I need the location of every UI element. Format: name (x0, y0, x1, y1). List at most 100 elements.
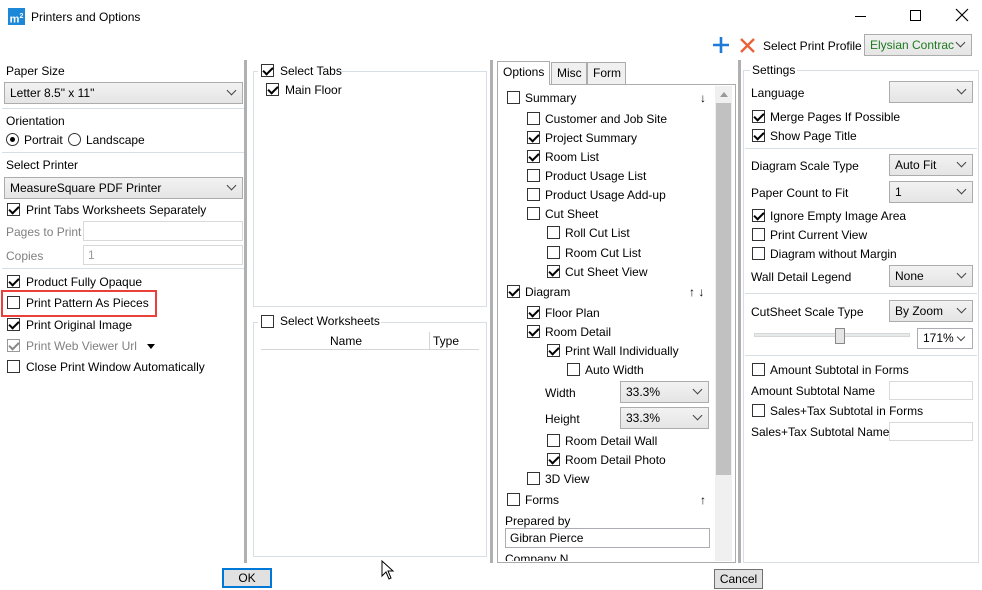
prepared-by-input[interactable]: Gibran Pierce (505, 528, 710, 548)
remove-profile-icon[interactable] (740, 38, 755, 53)
show-page-title-label: Show Page Title (770, 129, 857, 143)
wall-detail-legend-select[interactable]: None (889, 265, 973, 287)
sales-tax-subtotal-in-forms-checkbox[interactable] (752, 404, 765, 417)
splitter[interactable] (738, 60, 741, 563)
zoom-slider-thumb[interactable] (835, 328, 845, 344)
cancel-button[interactable]: Cancel (714, 569, 763, 589)
profile-select[interactable]: Elysian Contrac (864, 34, 972, 56)
print-web-viewer-url-checkbox[interactable] (7, 339, 20, 352)
summary-checkbox[interactable] (507, 91, 520, 104)
forms-checkbox[interactable] (507, 493, 520, 506)
close-print-window-checkbox[interactable] (7, 360, 20, 373)
room-cut-list-checkbox[interactable] (547, 246, 560, 259)
room-detail-photo-label: Room Detail Photo (565, 453, 666, 467)
print-pattern-as-pieces-checkbox[interactable] (7, 296, 20, 309)
merge-pages-checkbox[interactable] (752, 110, 765, 123)
landscape-radio[interactable] (68, 133, 81, 146)
select-worksheets-checkbox[interactable] (261, 315, 274, 328)
diagram-checkbox[interactable] (507, 285, 520, 298)
diagram-without-margin-checkbox[interactable] (752, 247, 765, 260)
mouse-cursor-icon (381, 559, 395, 580)
printer-select[interactable]: MeasureSquare PDF Printer (4, 177, 243, 199)
select-tabs-checkbox[interactable] (261, 64, 274, 77)
paper-count-label: Paper Count to Fit (751, 186, 849, 200)
pages-to-print-input[interactable] (83, 221, 243, 241)
floor-plan-checkbox[interactable] (527, 306, 540, 319)
room-list-checkbox[interactable] (527, 150, 540, 163)
diagram-scale-type-select[interactable]: Auto Fit (889, 154, 973, 176)
paper-count-select[interactable]: 1 (889, 181, 973, 203)
main-floor-checkbox[interactable] (266, 83, 279, 96)
chevron-down-icon[interactable] (956, 332, 966, 342)
dropdown-arrow-icon[interactable] (147, 344, 155, 349)
print-current-view-checkbox[interactable] (752, 228, 765, 241)
room-detail-wall-checkbox[interactable] (547, 434, 560, 447)
column-name[interactable]: Name (330, 333, 362, 349)
paper-count-value: 1 (895, 185, 902, 199)
height-select[interactable]: 33.3% (620, 407, 709, 429)
profile-value: Elysian Contrac (870, 38, 955, 52)
paper-size-value: Letter 8.5" x 11" (10, 86, 95, 100)
profile-label: Select Print Profile (763, 39, 862, 53)
tab-options[interactable]: Options (497, 61, 550, 85)
view-3d-checkbox[interactable] (527, 472, 540, 485)
splitter[interactable] (490, 60, 493, 563)
room-detail-photo-checkbox[interactable] (547, 453, 560, 466)
options-scrollbar[interactable] (715, 86, 732, 561)
print-tabs-separately-checkbox[interactable] (7, 203, 20, 216)
room-cut-list-label: Room Cut List (565, 246, 642, 260)
ok-button[interactable]: OK (222, 568, 272, 588)
tab-misc[interactable]: Misc (551, 62, 587, 84)
column-type[interactable]: Type (433, 333, 459, 349)
chevron-down-icon (956, 84, 967, 95)
zoom-slider[interactable] (754, 328, 910, 348)
portrait-radio[interactable] (6, 133, 19, 146)
move-up-down-icon[interactable]: ↑ ↓ (689, 284, 704, 300)
add-profile-icon[interactable] (712, 36, 730, 54)
summary-label: Summary (525, 91, 577, 105)
ignore-empty-image-checkbox[interactable] (752, 209, 765, 222)
width-select[interactable]: 33.3% (620, 381, 709, 403)
show-page-title-checkbox[interactable] (752, 129, 765, 142)
scroll-thumb[interactable] (716, 103, 731, 475)
project-summary-checkbox[interactable] (527, 131, 540, 144)
maximize-icon[interactable] (910, 10, 921, 21)
copies-input[interactable]: 1 (83, 245, 243, 265)
auto-width-checkbox[interactable] (567, 363, 580, 376)
print-wall-individually-checkbox[interactable] (547, 344, 560, 357)
print-original-image-checkbox[interactable] (7, 318, 20, 331)
chevron-down-icon (692, 410, 703, 421)
amount-subtotal-name-input[interactable] (889, 381, 973, 400)
wall-detail-legend-label: Wall Detail Legend (751, 270, 852, 284)
move-down-icon[interactable]: ↓ (700, 90, 706, 106)
room-detail-label: Room Detail (545, 325, 612, 339)
product-usage-addup-checkbox[interactable] (527, 188, 540, 201)
window-title: Printers and Options (31, 10, 141, 24)
product-usage-addup-label: Product Usage Add-up (545, 188, 666, 202)
roll-cut-list-checkbox[interactable] (547, 226, 560, 239)
minimize-icon[interactable] (855, 16, 866, 17)
close-window-icon[interactable] (955, 8, 969, 22)
sales-tax-subtotal-name-input[interactable] (889, 422, 973, 441)
cutsheet-scale-type-select[interactable]: By Zoom (889, 300, 973, 322)
product-fully-opaque-label: Product Fully Opaque (26, 275, 143, 289)
diagram-label: Diagram (525, 285, 571, 299)
tab-form[interactable]: Form (587, 62, 626, 84)
chevron-down-icon (956, 303, 967, 314)
amount-subtotal-in-forms-checkbox[interactable] (752, 363, 765, 376)
product-fully-opaque-checkbox[interactable] (7, 275, 20, 288)
language-select[interactable] (889, 81, 973, 103)
cut-sheet-view-checkbox[interactable] (547, 265, 560, 278)
splitter[interactable] (244, 60, 247, 563)
room-detail-checkbox[interactable] (527, 325, 540, 338)
paper-size-select[interactable]: Letter 8.5" x 11" (4, 82, 243, 104)
cut-sheet-checkbox[interactable] (527, 207, 540, 220)
move-up-icon[interactable]: ↑ (700, 492, 706, 508)
product-usage-list-checkbox[interactable] (527, 169, 540, 182)
cut-sheet-view-label: Cut Sheet View (565, 265, 648, 279)
scroll-up-icon[interactable] (720, 92, 728, 97)
customer-job-site-checkbox[interactable] (527, 112, 540, 125)
zoom-stepper[interactable]: 171% (917, 328, 973, 349)
cut-sheet-label: Cut Sheet (545, 207, 599, 221)
wall-detail-legend-value: None (895, 269, 924, 283)
